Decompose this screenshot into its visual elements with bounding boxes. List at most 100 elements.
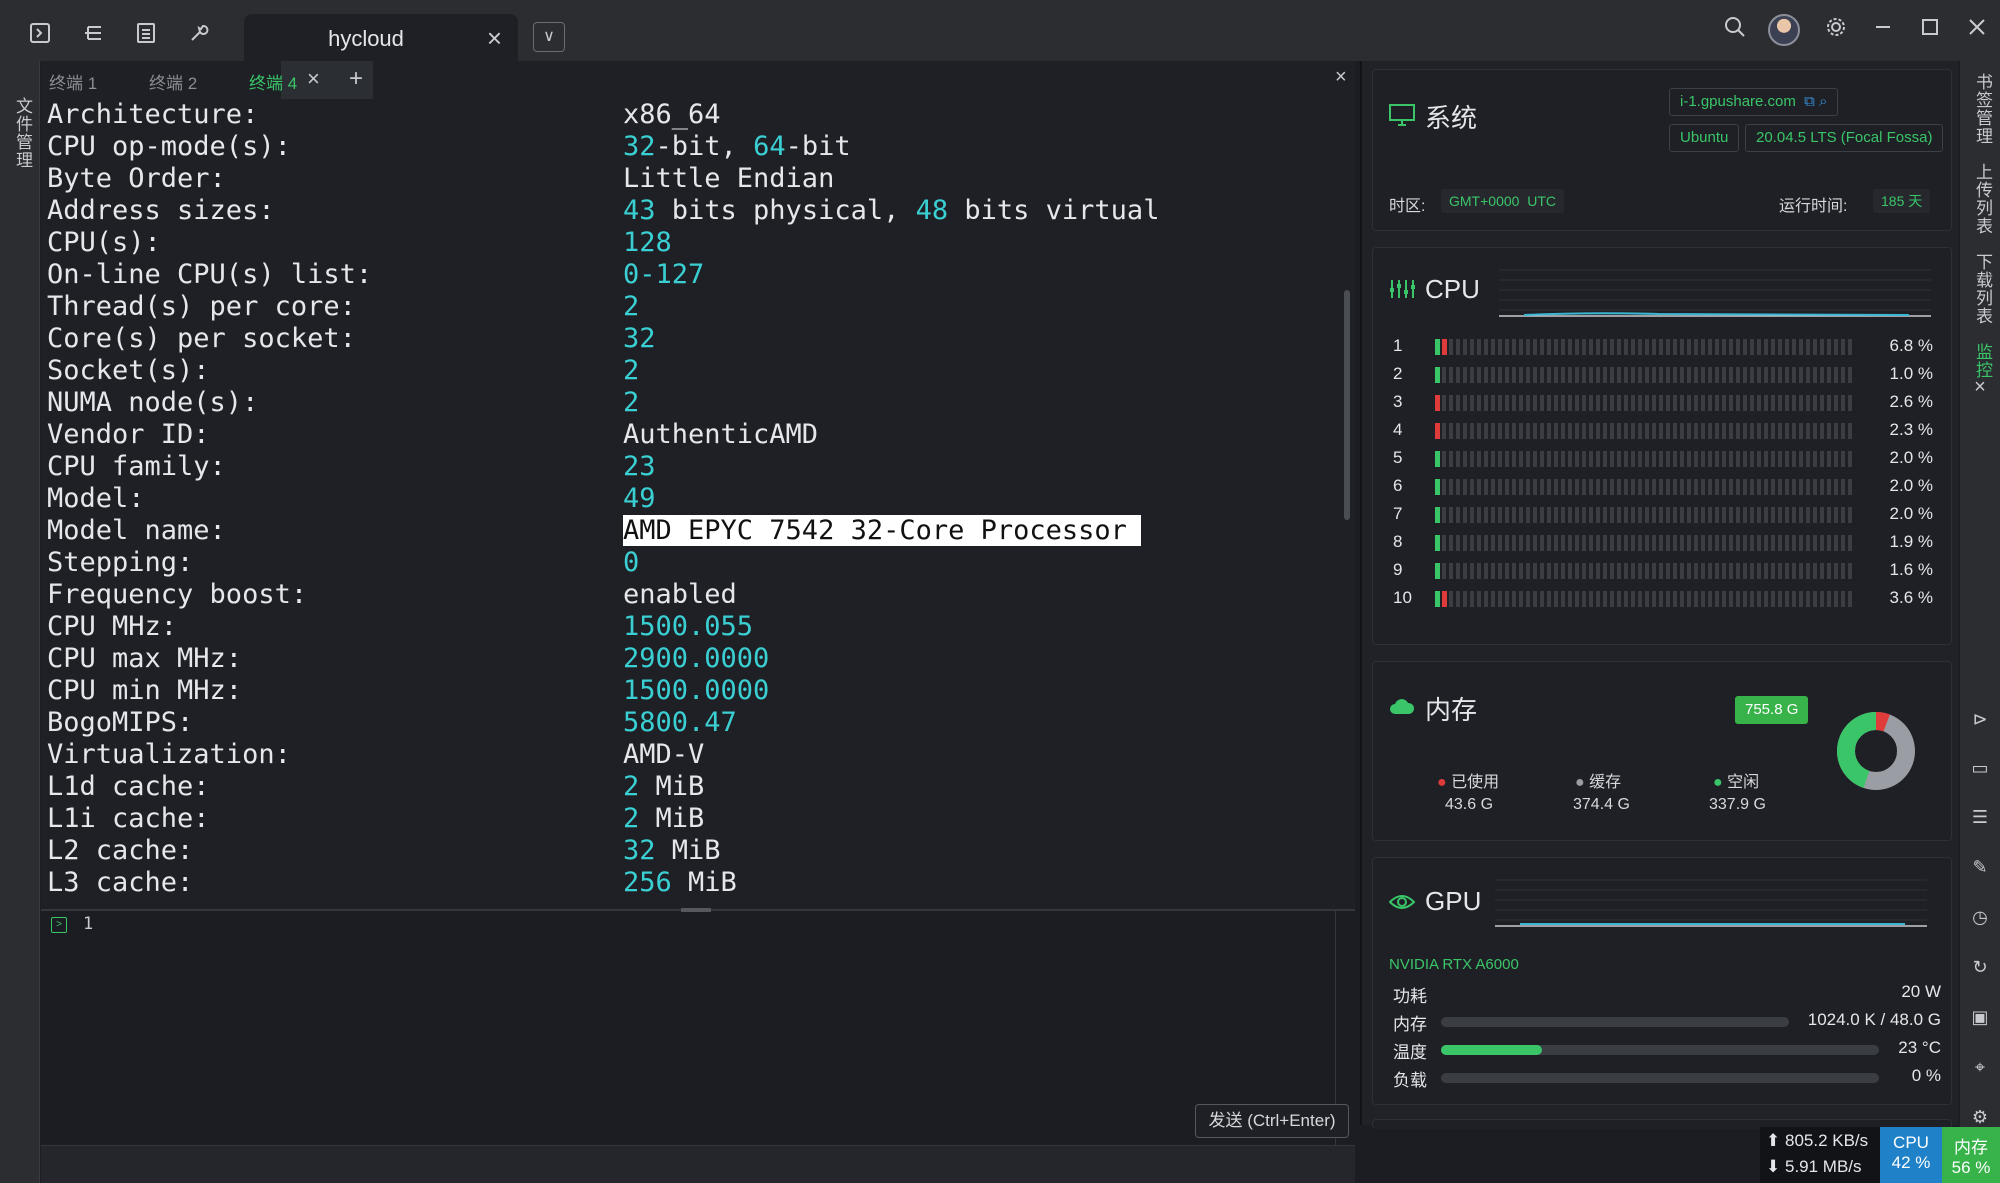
file-manager-label[interactable]: 文件管理 xyxy=(10,97,35,169)
term-value-text: 2 xyxy=(623,355,640,386)
folder-icon[interactable]: ▭ xyxy=(1970,758,1990,778)
terminal-scrollbar[interactable] xyxy=(1344,290,1350,520)
list-icon[interactable]: ☰ xyxy=(1970,807,1990,827)
term-value-text: enabled xyxy=(623,579,737,610)
copy-icon[interactable]: ⧉ xyxy=(1804,93,1815,110)
command-input-pane[interactable]: > 1 xyxy=(41,908,1355,1147)
line-number: 1 xyxy=(83,914,94,934)
upload-list-label[interactable]: 上传列表 xyxy=(1970,163,1995,235)
window-close-icon[interactable] xyxy=(1962,16,1992,46)
minimize-icon[interactable] xyxy=(1868,16,1898,46)
term-key: Byte Order: xyxy=(47,163,226,194)
maximize-icon[interactable] xyxy=(1915,16,1945,46)
terminal-output[interactable]: Architecture: x86_64 CPU op-mode(s): 32-bit… xyxy=(41,99,1355,909)
tab-terminal-4[interactable]: 终端 4 xyxy=(249,69,297,94)
cpu-core-percent: 2.0 % xyxy=(1889,504,1933,523)
term-value: 2 MiB xyxy=(623,803,704,835)
monitor-label[interactable]: 监控 xyxy=(1970,343,1995,379)
term-value: x86_64 xyxy=(623,99,721,131)
session-tab[interactable]: hycloud × xyxy=(244,14,518,61)
tab-close-icon[interactable]: × xyxy=(307,66,320,92)
term-key: Model: xyxy=(47,483,145,514)
add-tab-icon[interactable]: + xyxy=(349,65,363,93)
close-pane-icon[interactable]: × xyxy=(1335,66,1347,89)
gpu-power-row: 功耗 20 W xyxy=(1393,982,1941,1006)
bottom-bar xyxy=(41,1145,1355,1183)
gear-icon[interactable] xyxy=(1821,16,1851,46)
search-icon[interactable] xyxy=(1720,16,1750,46)
cpu-usage-widget[interactable]: CPU 42 % xyxy=(1880,1127,1942,1183)
avatar[interactable] xyxy=(1768,14,1800,46)
cpu-core-bar xyxy=(1435,591,1853,607)
cpu-core-fill xyxy=(1435,535,1440,551)
term-key: BogoMIPS: xyxy=(47,707,194,738)
terminal-tabs: 终端 1 终端 2 终端 4 × + × xyxy=(41,61,1355,99)
host-tag[interactable]: i-1.gpushare.com ⧉ ⌕ xyxy=(1669,88,1839,116)
wrench-icon[interactable] xyxy=(184,22,214,52)
terminal-icon[interactable]: ⊳ xyxy=(1970,709,1990,729)
term-value-text: x86_64 xyxy=(623,99,721,130)
term-value-text: 2 xyxy=(623,387,640,418)
os-tag: Ubuntu xyxy=(1669,124,1740,152)
cpu-core-row: 9 1.6 % xyxy=(1393,560,1933,582)
uptime-label: 运行时间: xyxy=(1779,198,1848,215)
terminal-toggle-icon[interactable] xyxy=(25,22,55,52)
send-button[interactable]: 发送 (Ctrl+Enter) xyxy=(1195,1104,1349,1138)
cpu-core-index: 1 xyxy=(1393,336,1403,355)
term-value-part: 48 xyxy=(915,195,949,226)
term-value: 1500.055 xyxy=(623,611,753,643)
cpu-core-bar xyxy=(1435,535,1853,551)
cpu-core-percent: 2.3 % xyxy=(1889,420,1933,439)
close-icon[interactable]: × xyxy=(487,23,502,54)
bookmarks-label[interactable]: 书签管理 xyxy=(1970,73,1995,145)
term-key: Address sizes: xyxy=(47,195,275,226)
save-icon[interactable]: ▣ xyxy=(1970,1007,1990,1027)
download-list-label[interactable]: 下载列表 xyxy=(1970,253,1995,325)
term-value: AMD EPYC 7542 32-Core Processor xyxy=(623,515,1141,547)
cpu-widget-value: 42 % xyxy=(1891,1153,1931,1172)
document-icon[interactable] xyxy=(131,22,161,52)
cpu-core-index: 7 xyxy=(1393,504,1403,523)
gpu-mem-label: 内存 xyxy=(1393,1015,1427,1034)
cpu-core-row: 2 1.0 % xyxy=(1393,364,1933,386)
term-value-part: -bit xyxy=(785,131,851,162)
search-host-icon[interactable]: ⌕ xyxy=(1819,93,1827,110)
term-value: 49 xyxy=(623,483,656,515)
term-value-part: MiB xyxy=(639,771,705,802)
system-card: 系统 i-1.gpushare.com ⧉ ⌕ Ubuntu 20.04.5 L… xyxy=(1372,69,1952,231)
term-value-text: 32 xyxy=(623,323,656,354)
term-value: 2 xyxy=(623,355,639,387)
term-key: CPU min MHz: xyxy=(47,675,243,706)
term-value: 256 MiB xyxy=(623,867,737,899)
version-tag: 20.04.5 LTS (Focal Fossa) xyxy=(1745,124,1944,152)
close-monitor-icon[interactable]: × xyxy=(1970,377,1990,397)
term-value: AMD-V xyxy=(623,739,704,771)
cpu-core-fill-high xyxy=(1442,591,1447,607)
tab-terminal-1[interactable]: 终端 1 xyxy=(49,69,97,94)
term-value-part: 2 xyxy=(623,771,640,802)
locate-icon[interactable]: ⌖ xyxy=(1970,1057,1990,1077)
memory-title: 内存 xyxy=(1425,695,1478,725)
cpu-equalizer-icon xyxy=(1389,278,1415,300)
used-dot-icon: ● xyxy=(1437,774,1447,791)
term-value: 32 xyxy=(623,323,656,355)
edit-icon[interactable]: ✎ xyxy=(1970,857,1990,877)
cpu-core-row: 5 2.0 % xyxy=(1393,448,1933,470)
tab-terminal-2[interactable]: 终端 2 xyxy=(149,69,197,94)
settings-icon[interactable]: ⚙ xyxy=(1970,1107,1990,1127)
resize-handle[interactable] xyxy=(681,908,711,912)
free-dot-icon: ● xyxy=(1713,774,1723,791)
refresh-icon[interactable]: ↻ xyxy=(1970,957,1990,977)
system-title: 系统 xyxy=(1425,103,1478,133)
cpu-core-index: 8 xyxy=(1393,532,1403,551)
term-value-part: MiB xyxy=(671,867,737,898)
cpu-core-index: 6 xyxy=(1393,476,1403,495)
arrow-down-icon: ⬇ xyxy=(1766,1157,1781,1176)
memory-usage-widget[interactable]: 内存 56 % xyxy=(1942,1127,2000,1183)
tree-icon[interactable] xyxy=(78,22,108,52)
tab-dropdown-button[interactable]: ∨ xyxy=(533,22,565,52)
cpu-core-fill xyxy=(1435,367,1440,383)
term-value-part: MiB xyxy=(655,835,721,866)
history-icon[interactable]: ◷ xyxy=(1970,907,1990,927)
term-key: CPU(s): xyxy=(47,227,161,258)
